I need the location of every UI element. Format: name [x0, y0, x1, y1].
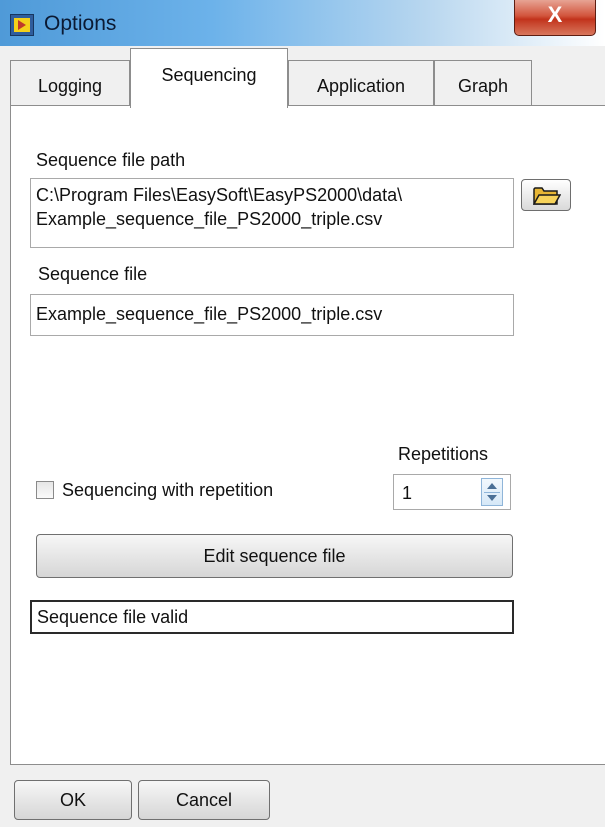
sequence-file-path-line1: C:\Program Files\EasySoft\EasyPS2000\dat…	[36, 185, 403, 205]
close-button[interactable]: X	[514, 0, 596, 36]
options-window: Options X Logging Application Graph Sequ…	[0, 0, 605, 827]
tab-logging[interactable]: Logging	[10, 60, 130, 106]
sequencing-with-repetition-label: Sequencing with repetition	[62, 480, 274, 500]
folder-open-icon	[533, 187, 561, 205]
tab-graph[interactable]: Graph	[434, 60, 532, 106]
cancel-button[interactable]: Cancel	[138, 780, 270, 820]
tab-sequencing[interactable]: Sequencing	[130, 48, 288, 108]
tab-application[interactable]: Application	[288, 60, 434, 106]
sequence-file-path-field[interactable]: C:\Program Files\EasySoft\EasyPS2000\dat…	[30, 178, 514, 248]
edit-sequence-file-button[interactable]: Edit sequence file	[36, 534, 513, 578]
repetitions-stepper[interactable]: 1	[393, 474, 511, 510]
sequence-file-label: Sequence file	[38, 264, 148, 284]
ok-button[interactable]: OK	[14, 780, 132, 820]
browse-button[interactable]	[521, 179, 571, 211]
sequence-file-field[interactable]: Example_sequence_file_PS2000_triple.csv	[30, 294, 514, 336]
window-title: Options	[44, 12, 117, 35]
repetitions-label: Repetitions	[398, 444, 489, 464]
app-icon	[10, 14, 34, 36]
sequence-status-field: Sequence file valid	[30, 600, 514, 634]
spin-arrows-icon[interactable]	[481, 478, 503, 506]
repetitions-value: 1	[402, 483, 413, 503]
sequence-file-path-line2: Example_sequence_file_PS2000_triple.csv	[36, 209, 383, 229]
title-bar[interactable]: Options X	[0, 0, 605, 46]
sequencing-with-repetition-checkbox[interactable]	[36, 481, 54, 499]
sequence-file-path-label: Sequence file path	[36, 150, 186, 170]
